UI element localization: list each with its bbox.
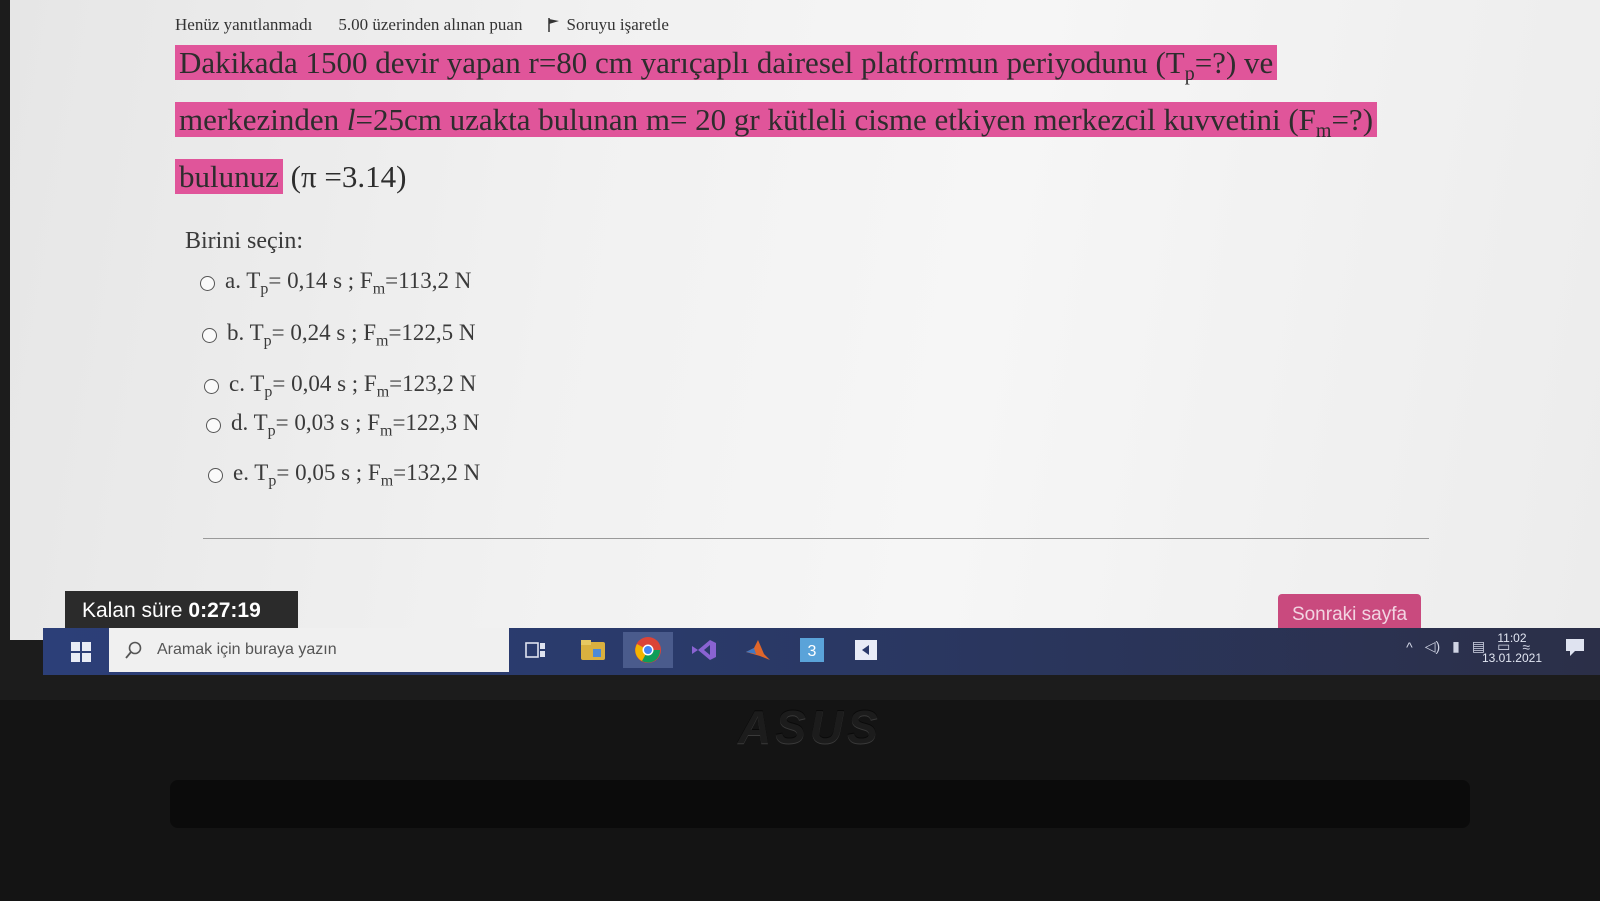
- radio-c[interactable]: [204, 378, 219, 394]
- radio-e[interactable]: [208, 467, 223, 483]
- question-part3: =25cm uzakta bulunan m= 20 gr kütleli ci…: [355, 102, 1316, 138]
- question-part1: Dakikada 1500 devir yapan r=80 cm yarıça…: [179, 45, 1185, 80]
- question-text: Dakikada 1500 devir yapan r=80 cm yarıça…: [175, 40, 1415, 200]
- clock-date: 13.01.2021: [1481, 651, 1542, 665]
- chrome-icon[interactable]: [623, 632, 673, 668]
- file-explorer-icon[interactable]: [568, 632, 618, 668]
- option-d[interactable]: d. Tp= 0,03 s ; Fm=122,3 N: [206, 410, 480, 441]
- search-placeholder: Aramak için buraya yazın: [157, 641, 337, 658]
- matlab-icon[interactable]: [733, 632, 783, 668]
- search-icon: [125, 641, 142, 659]
- battery-icon[interactable]: ▮: [1452, 638, 1460, 655]
- choose-prompt: Birini seçin:: [185, 228, 303, 254]
- timer-value: 0:27:19: [188, 598, 261, 622]
- taskbar-clock[interactable]: 11:02 13.01.2021: [1482, 628, 1542, 668]
- question-sub-p: p: [1184, 63, 1195, 86]
- option-e[interactable]: e. Tp= 0,05 s ; Fm=132,2 N: [208, 460, 480, 491]
- task-view-icon[interactable]: [511, 632, 561, 668]
- notification-icon[interactable]: [1564, 636, 1586, 658]
- app-window-icon[interactable]: [841, 632, 891, 668]
- windows-taskbar: Aramak için buraya yazın 3 ^ ◁) ▮ ▤ ▭ ≈ …: [43, 628, 1600, 675]
- chevron-up-icon[interactable]: ^: [1406, 639, 1413, 655]
- timer-label: Kalan süre: [82, 598, 183, 622]
- remaining-time: Kalan süre 0:27:19: [65, 591, 298, 630]
- flag-question-label: Soruyu işaretle: [566, 15, 669, 34]
- question-sub-m: m: [1315, 120, 1332, 143]
- option-a[interactable]: a. Tp= 0,14 s ; Fm=113,2 N: [200, 268, 471, 299]
- option-e-text: e. Tp= 0,05 s ; Fm=132,2 N: [233, 460, 481, 490]
- browser-screen: Henüz yanıtlanmadı 5.00 üzerinden alınan…: [10, 0, 1600, 640]
- flag-icon: [548, 18, 560, 32]
- laptop-hinge: [170, 780, 1470, 828]
- option-a-text: a. Tp= 0,14 s ; Fm=113,2 N: [225, 268, 472, 298]
- radio-d[interactable]: [206, 417, 221, 433]
- question-points: 5.00 üzerinden alınan puan: [338, 15, 523, 34]
- option-b-text: b. Tp= 0,24 s ; Fm=122,5 N: [227, 320, 476, 350]
- volume-icon[interactable]: ◁): [1425, 638, 1440, 655]
- pi-note: (π =3.14): [290, 159, 407, 195]
- windows-start-icon[interactable]: [71, 642, 91, 662]
- svg-text:3: 3: [808, 643, 817, 660]
- question-status: Henüz yanıtlanmadı: [175, 15, 313, 34]
- option-c-text: c. Tp= 0,04 s ; Fm=123,2 N: [229, 371, 477, 401]
- radio-a[interactable]: [200, 275, 215, 291]
- app-badge-3-icon[interactable]: 3: [787, 632, 837, 668]
- radio-b[interactable]: [202, 327, 217, 343]
- visual-studio-icon[interactable]: [679, 632, 729, 668]
- taskbar-search-box[interactable]: Aramak için buraya yazın: [109, 628, 509, 672]
- laptop-logo: ASUS: [738, 701, 882, 753]
- flag-question-link[interactable]: Soruyu işaretle: [548, 15, 669, 35]
- clock-time: 11:02: [1497, 631, 1527, 645]
- option-c[interactable]: c. Tp= 0,04 s ; Fm=123,2 N: [204, 371, 476, 402]
- question-info: Henüz yanıtlanmadı 5.00 üzerinden alınan…: [175, 15, 669, 35]
- option-b[interactable]: b. Tp= 0,24 s ; Fm=122,5 N: [202, 320, 476, 351]
- option-d-text: d. Tp= 0,03 s ; Fm=122,3 N: [231, 410, 480, 440]
- divider: [203, 538, 1429, 539]
